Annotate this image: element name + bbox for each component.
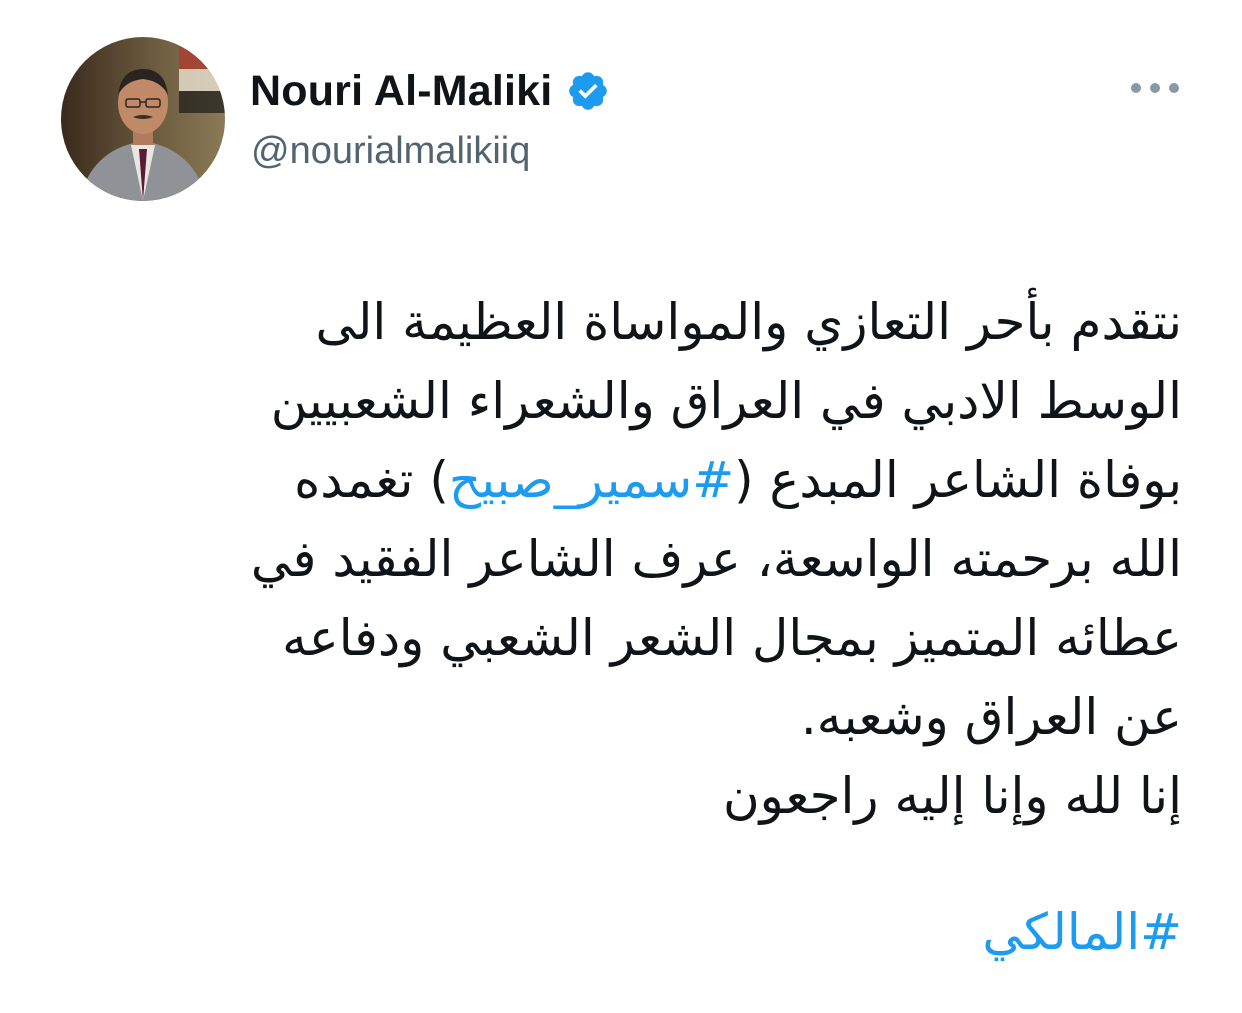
more-options-button[interactable] [1128,70,1182,106]
verified-badge-icon [569,72,608,110]
tweet-text-line: الله برحمته الواسعة، عرف الشاعر الفقيد ف… [250,530,1182,588]
tweet-text-line: الوسط الادبي في العراق والشعراء الشعبيين [270,372,1182,430]
hashtag-link[interactable]: #المالكي [982,903,1182,961]
tweet-text: نتقدم بأحر التعازي والمواساة العظيمة الى… [100,283,1182,836]
author-name-row: Nouri Al-Maliki [250,66,610,116]
tweet-text-segment: ) تغمده [294,451,449,509]
tweet-text-line: عطائه المتميز بمجال الشعر الشعبي ودفاعه [282,609,1182,667]
author-name[interactable]: Nouri Al-Maliki [250,67,552,116]
avatar-photo [61,37,225,201]
closing-hashtag-line: #المالكي [900,893,1182,972]
tweet-text-line: إنا لله وإنا إليه راجعون [722,767,1182,825]
tweet-card: Nouri Al-Maliki @nourialmalikiiq نتقدم ب… [0,0,1242,1013]
more-horizontal-icon [1131,83,1179,93]
tweet-text-line: بوفاة الشاعر المبدع (#سمير_صبيح) تغمده [100,441,1182,520]
hashtag-link[interactable]: #سمير_صبيح [449,451,734,509]
author-handle[interactable]: @nourialmalikiiq [251,130,530,173]
author-avatar[interactable] [61,37,225,201]
tweet-text-segment: بوفاة الشاعر المبدع ( [734,451,1182,509]
tweet-text-line: عن العراق وشعبه. [800,688,1182,746]
tweet-text-line: نتقدم بأحر التعازي والمواساة العظيمة الى [315,293,1182,351]
